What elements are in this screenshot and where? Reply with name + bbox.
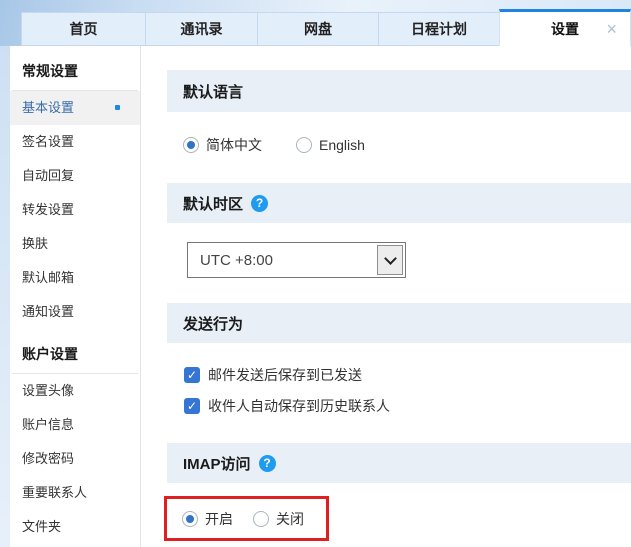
- checkbox-label: 收件人自动保存到历史联系人: [208, 396, 390, 416]
- section-header-sending-behavior: 发送行为: [167, 303, 631, 343]
- sidebar-item-label: 换肤: [22, 236, 48, 251]
- tab-schedule[interactable]: 日程计划: [378, 12, 500, 46]
- sidebar-item-default-mailbox[interactable]: 默认邮箱: [10, 261, 140, 295]
- sidebar-item-label: 转发设置: [22, 202, 74, 217]
- sidebar-item-label: 自动回复: [22, 168, 74, 183]
- radio-selected-icon: [182, 511, 198, 527]
- settings-sidebar: 常规设置 基本设置 签名设置 自动回复 转发设置 换肤 默认邮箱 通知设置 账户…: [10, 46, 141, 547]
- radio-label: English: [319, 137, 365, 153]
- tab-label: 网盘: [304, 19, 332, 39]
- radio-unselected-icon: [253, 511, 269, 527]
- sidebar-group-header-general: 常规设置: [22, 61, 140, 81]
- section-title: 发送行为: [183, 313, 243, 334]
- sidebar-item-label: 修改密码: [22, 451, 74, 466]
- tab-label: 通讯录: [181, 19, 223, 39]
- sidebar-item-account-info[interactable]: 账户信息: [10, 408, 140, 442]
- tab-cloud-drive[interactable]: 网盘: [257, 12, 379, 46]
- tab-settings[interactable]: 设置 ×: [499, 9, 631, 46]
- checkbox-save-to-sent[interactable]: ✓ 邮件发送后保存到已发送: [184, 365, 362, 385]
- close-icon[interactable]: ×: [606, 20, 617, 38]
- left-edge-strip: [0, 46, 10, 547]
- sidebar-item-label: 文件夹: [22, 519, 61, 534]
- sidebar-item-signature[interactable]: 签名设置: [10, 125, 140, 159]
- section-header-imap: IMAP访问 ?: [167, 443, 631, 483]
- radio-unselected-icon: [296, 137, 312, 153]
- sidebar-item-avatar[interactable]: 设置头像: [10, 374, 140, 408]
- sidebar-item-label: 默认邮箱: [22, 270, 74, 285]
- sidebar-item-basic-settings[interactable]: 基本设置: [10, 91, 140, 125]
- sidebar-item-skin[interactable]: 换肤: [10, 227, 140, 261]
- checkbox-checked-icon: ✓: [184, 367, 200, 383]
- sidebar-item-folders[interactable]: 文件夹: [10, 510, 140, 544]
- section-header-timezone: 默认时区 ?: [167, 183, 631, 223]
- sidebar-item-label: 基本设置: [22, 100, 74, 115]
- checkbox-save-recipients[interactable]: ✓ 收件人自动保存到历史联系人: [184, 396, 390, 416]
- selected-dot-icon: [115, 105, 120, 110]
- checkbox-label: 邮件发送后保存到已发送: [208, 365, 362, 385]
- sidebar-item-important-contacts[interactable]: 重要联系人: [10, 476, 140, 510]
- radio-selected-icon: [183, 137, 199, 153]
- sidebar-item-auto-reply[interactable]: 自动回复: [10, 159, 140, 193]
- radio-simplified-chinese[interactable]: 简体中文: [183, 135, 262, 155]
- tab-label: 日程计划: [411, 19, 467, 39]
- sidebar-item-notification-settings[interactable]: 通知设置: [10, 295, 140, 329]
- sidebar-item-forwarding[interactable]: 转发设置: [10, 193, 140, 227]
- radio-label: 简体中文: [206, 135, 262, 155]
- help-icon[interactable]: ?: [259, 455, 276, 472]
- tab-home[interactable]: 首页: [21, 12, 146, 46]
- tab-label: 首页: [70, 19, 98, 39]
- sidebar-item-label: 重要联系人: [22, 485, 87, 500]
- help-icon[interactable]: ?: [251, 195, 268, 212]
- settings-content: 默认语言 简体中文 English 默认时区 ? UTC +8:00 发送行为 …: [141, 46, 631, 547]
- sidebar-group-header-account: 账户设置: [22, 344, 140, 364]
- checkbox-checked-icon: ✓: [184, 398, 200, 414]
- section-title: 默认语言: [183, 81, 243, 102]
- section-header-language: 默认语言: [167, 70, 631, 112]
- radio-imap-on[interactable]: 开启: [182, 509, 233, 529]
- timezone-select-value: UTC +8:00: [200, 252, 273, 269]
- sidebar-item-label: 签名设置: [22, 134, 74, 149]
- language-radio-group: 简体中文 English: [183, 135, 365, 155]
- tab-contacts[interactable]: 通讯录: [145, 12, 258, 46]
- sidebar-item-label: 设置头像: [22, 383, 74, 398]
- section-title: 默认时区: [183, 193, 243, 214]
- tab-label: 设置: [551, 19, 579, 39]
- sidebar-item-label: 通知设置: [22, 304, 74, 319]
- sidebar-item-label: 账户信息: [22, 417, 74, 432]
- radio-english[interactable]: English: [296, 137, 365, 153]
- chevron-down-icon: [384, 252, 397, 265]
- tab-bar: 首页 通讯录 网盘 日程计划 设置 ×: [21, 12, 631, 46]
- highlight-box: 开启 关闭: [164, 496, 329, 541]
- sidebar-item-change-password[interactable]: 修改密码: [10, 442, 140, 476]
- timezone-select[interactable]: UTC +8:00: [187, 242, 406, 278]
- radio-label: 开启: [205, 509, 233, 529]
- section-title: IMAP访问: [183, 453, 251, 474]
- radio-label: 关闭: [276, 509, 304, 529]
- select-arrow-button[interactable]: [377, 245, 403, 275]
- radio-imap-off[interactable]: 关闭: [253, 509, 304, 529]
